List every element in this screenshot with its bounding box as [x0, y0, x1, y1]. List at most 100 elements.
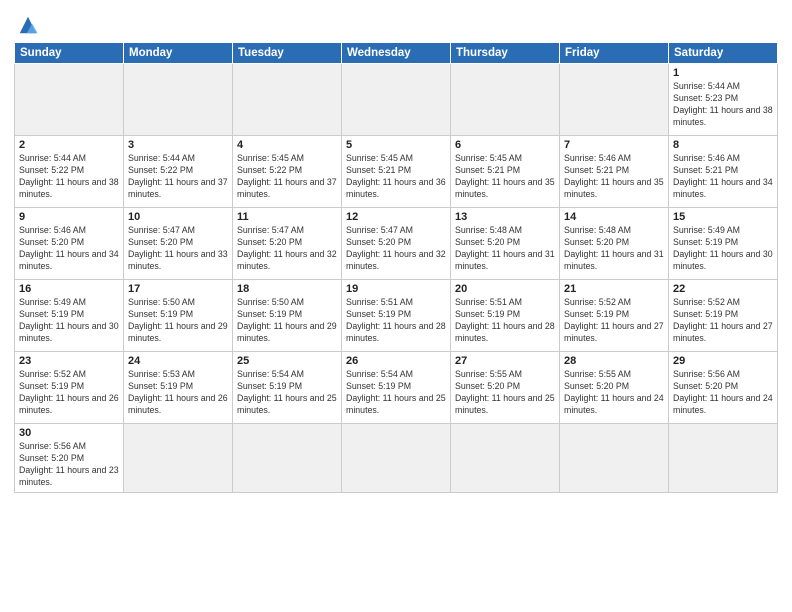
cell-info: Sunrise: 5:54 AMSunset: 5:19 PMDaylight:… [237, 369, 337, 417]
calendar-cell: 21Sunrise: 5:52 AMSunset: 5:19 PMDayligh… [560, 280, 669, 352]
cell-info: Sunrise: 5:47 AMSunset: 5:20 PMDaylight:… [237, 225, 337, 273]
cell-info: Sunrise: 5:45 AMSunset: 5:21 PMDaylight:… [455, 153, 555, 201]
day-number: 9 [19, 211, 119, 223]
day-number: 16 [19, 283, 119, 295]
calendar-cell: 10 Sunrise: 5:47 AMSunset: 5:20 PMDayligh… [124, 208, 233, 280]
cell-info: Sunrise: 5:55 AMSunset: 5:20 PMDaylight:… [455, 369, 555, 417]
calendar-cell: 22 Sunrise: 5:52 AMSunset: 5:19 PMDayligh… [669, 280, 778, 352]
calendar-cell: 20 Sunrise: 5:51 AMSunset: 5:19 PMDayligh… [451, 280, 560, 352]
calendar-cell: 4 Sunrise: 5:45 AMSunset: 5:22 PMDaylight… [233, 136, 342, 208]
cell-info: Sunrise: 5:55 AMSunset: 5:20 PMDaylight:… [564, 369, 664, 417]
day-number: 26 [346, 355, 446, 367]
calendar-cell: 12Sunrise: 5:47 AMSunset: 5:20 PMDayligh… [342, 208, 451, 280]
calendar-cell: 19Sunrise: 5:51 AMSunset: 5:19 PMDayligh… [342, 280, 451, 352]
day-number: 10 [128, 211, 228, 223]
day-number: 21 [564, 283, 664, 295]
calendar: SundayMondayTuesdayWednesdayThursdayFrid… [14, 42, 778, 493]
calendar-cell: 23 Sunrise: 5:52 AMSunset: 5:19 PMDayligh… [15, 352, 124, 424]
cell-info: Sunrise: 5:52 AMSunset: 5:19 PMDaylight:… [19, 369, 119, 417]
cell-info: Sunrise: 5:51 AMSunset: 5:19 PMDaylight:… [455, 297, 555, 345]
calendar-cell: 2Sunrise: 5:44 AMSunset: 5:22 PMDaylight… [15, 136, 124, 208]
day-number: 28 [564, 355, 664, 367]
calendar-header-row: SundayMondayTuesdayWednesdayThursdayFrid… [15, 43, 778, 64]
calendar-week-4: 23 Sunrise: 5:52 AMSunset: 5:19 PMDayligh… [15, 352, 778, 424]
day-number: 25 [237, 355, 337, 367]
calendar-cell [342, 64, 451, 136]
calendar-cell: 29 Sunrise: 5:56 AMSunset: 5:20 PMDayligh… [669, 352, 778, 424]
day-number: 14 [564, 211, 664, 223]
day-number: 11 [237, 211, 337, 223]
logo [14, 14, 46, 36]
cell-info: Sunrise: 5:49 AMSunset: 5:19 PMDaylight:… [19, 297, 119, 345]
calendar-cell [451, 424, 560, 493]
cell-info: Sunrise: 5:44 AMSunset: 5:22 PMDaylight:… [128, 153, 228, 201]
day-number: 6 [455, 139, 555, 151]
day-number: 30 [19, 427, 119, 439]
cell-info: Sunrise: 5:44 AMSunset: 5:22 PMDaylight:… [19, 153, 119, 201]
cell-info: Sunrise: 5:50 AMSunset: 5:19 PMDaylight:… [128, 297, 228, 345]
calendar-cell: 8 Sunrise: 5:46 AMSunset: 5:21 PMDaylight… [669, 136, 778, 208]
cell-info: Sunrise: 5:46 AMSunset: 5:21 PMDaylight:… [673, 153, 773, 201]
cell-info: Sunrise: 5:56 AMSunset: 5:20 PMDaylight:… [19, 441, 119, 489]
calendar-cell: 24 Sunrise: 5:53 AMSunset: 5:19 PMDayligh… [124, 352, 233, 424]
cell-info: Sunrise: 5:52 AMSunset: 5:19 PMDaylight:… [673, 297, 773, 345]
day-number: 24 [128, 355, 228, 367]
day-header-friday: Friday [560, 43, 669, 64]
calendar-week-1: 2Sunrise: 5:44 AMSunset: 5:22 PMDaylight… [15, 136, 778, 208]
day-number: 5 [346, 139, 446, 151]
calendar-cell: 17 Sunrise: 5:50 AMSunset: 5:19 PMDayligh… [124, 280, 233, 352]
day-header-monday: Monday [124, 43, 233, 64]
calendar-cell: 14 Sunrise: 5:48 AMSunset: 5:20 PMDayligh… [560, 208, 669, 280]
calendar-cell: 18 Sunrise: 5:50 AMSunset: 5:19 PMDayligh… [233, 280, 342, 352]
calendar-week-3: 16 Sunrise: 5:49 AMSunset: 5:19 PMDayligh… [15, 280, 778, 352]
calendar-cell: 28 Sunrise: 5:55 AMSunset: 5:20 PMDayligh… [560, 352, 669, 424]
cell-info: Sunrise: 5:45 AMSunset: 5:21 PMDaylight:… [346, 153, 446, 201]
day-number: 29 [673, 355, 773, 367]
cell-info: Sunrise: 5:46 AMSunset: 5:20 PMDaylight:… [19, 225, 119, 273]
day-number: 27 [455, 355, 555, 367]
day-number: 1 [673, 67, 773, 79]
calendar-cell: 16 Sunrise: 5:49 AMSunset: 5:19 PMDayligh… [15, 280, 124, 352]
day-number: 17 [128, 283, 228, 295]
calendar-cell: 9 Sunrise: 5:46 AMSunset: 5:20 PMDaylight… [15, 208, 124, 280]
calendar-cell [15, 64, 124, 136]
calendar-cell: 1Sunrise: 5:44 AMSunset: 5:23 PMDaylight… [669, 64, 778, 136]
day-number: 23 [19, 355, 119, 367]
calendar-cell: 30 Sunrise: 5:56 AMSunset: 5:20 PMDayligh… [15, 424, 124, 493]
calendar-cell: 6 Sunrise: 5:45 AMSunset: 5:21 PMDaylight… [451, 136, 560, 208]
calendar-cell: 13Sunrise: 5:48 AMSunset: 5:20 PMDayligh… [451, 208, 560, 280]
day-number: 15 [673, 211, 773, 223]
day-number: 3 [128, 139, 228, 151]
cell-info: Sunrise: 5:47 AMSunset: 5:20 PMDaylight:… [128, 225, 228, 273]
day-number: 4 [237, 139, 337, 151]
calendar-week-2: 9 Sunrise: 5:46 AMSunset: 5:20 PMDaylight… [15, 208, 778, 280]
calendar-cell [669, 424, 778, 493]
calendar-cell [124, 64, 233, 136]
cell-info: Sunrise: 5:56 AMSunset: 5:20 PMDaylight:… [673, 369, 773, 417]
day-number: 18 [237, 283, 337, 295]
day-header-tuesday: Tuesday [233, 43, 342, 64]
calendar-cell: 5 Sunrise: 5:45 AMSunset: 5:21 PMDaylight… [342, 136, 451, 208]
calendar-cell: 25 Sunrise: 5:54 AMSunset: 5:19 PMDayligh… [233, 352, 342, 424]
cell-info: Sunrise: 5:51 AMSunset: 5:19 PMDaylight:… [346, 297, 446, 345]
day-header-wednesday: Wednesday [342, 43, 451, 64]
cell-info: Sunrise: 5:45 AMSunset: 5:22 PMDaylight:… [237, 153, 337, 201]
calendar-cell: 15Sunrise: 5:49 AMSunset: 5:19 PMDayligh… [669, 208, 778, 280]
day-number: 13 [455, 211, 555, 223]
day-header-saturday: Saturday [669, 43, 778, 64]
calendar-cell: 3 Sunrise: 5:44 AMSunset: 5:22 PMDaylight… [124, 136, 233, 208]
calendar-cell [233, 64, 342, 136]
calendar-cell [560, 64, 669, 136]
header [14, 10, 778, 36]
day-number: 8 [673, 139, 773, 151]
calendar-week-0: 1Sunrise: 5:44 AMSunset: 5:23 PMDaylight… [15, 64, 778, 136]
cell-info: Sunrise: 5:48 AMSunset: 5:20 PMDaylight:… [564, 225, 664, 273]
day-number: 20 [455, 283, 555, 295]
calendar-cell [233, 424, 342, 493]
day-number: 22 [673, 283, 773, 295]
cell-info: Sunrise: 5:53 AMSunset: 5:19 PMDaylight:… [128, 369, 228, 417]
calendar-week-5: 30 Sunrise: 5:56 AMSunset: 5:20 PMDayligh… [15, 424, 778, 493]
cell-info: Sunrise: 5:50 AMSunset: 5:19 PMDaylight:… [237, 297, 337, 345]
day-header-sunday: Sunday [15, 43, 124, 64]
calendar-cell [342, 424, 451, 493]
